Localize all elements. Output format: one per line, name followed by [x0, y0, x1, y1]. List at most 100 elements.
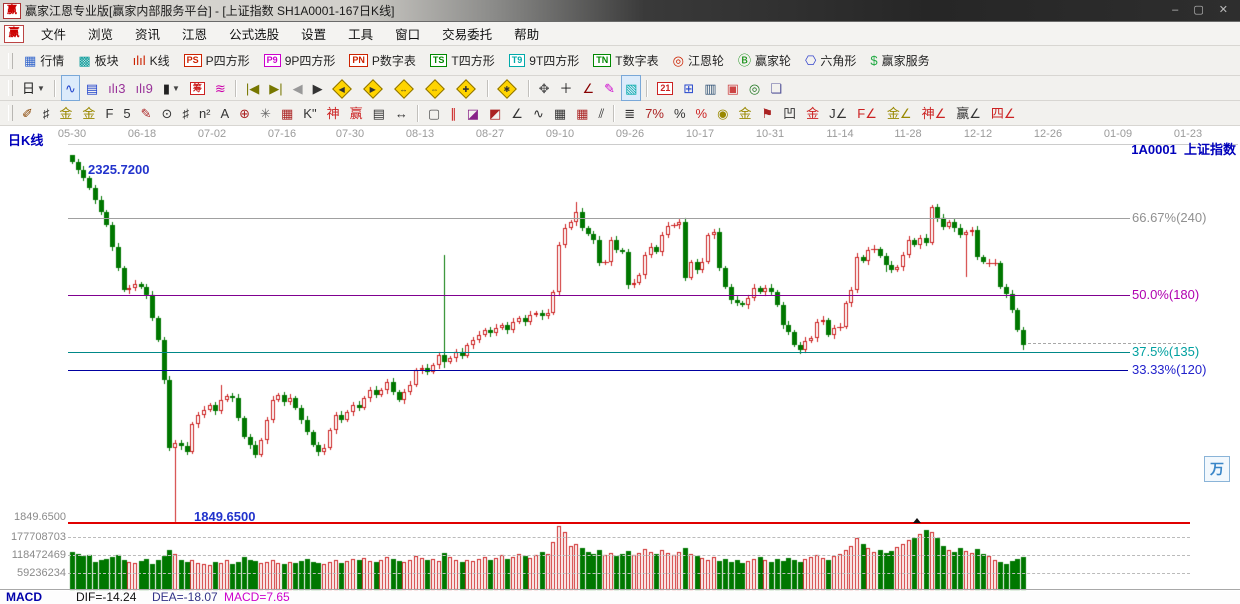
notes-button[interactable]: ▥ — [700, 75, 720, 101]
menu-item-1[interactable]: 文件 — [30, 21, 77, 46]
gold-lines-tool[interactable]: 金 — [734, 100, 755, 126]
fan-square-1-tool[interactable]: ◪ — [463, 100, 483, 126]
menu-item-4[interactable]: 江恩 — [171, 21, 218, 46]
gann-grid-small-tool[interactable]: ♯ — [39, 100, 54, 126]
winner-service-button[interactable]: $赢家服务 — [864, 48, 935, 74]
square-wheel-tool[interactable]: ▦ — [277, 100, 297, 126]
kline-button[interactable]: ılılK线 — [127, 48, 176, 74]
candle-type-button[interactable]: ▮▼ — [159, 75, 184, 101]
save-button[interactable]: ▣ — [723, 75, 743, 101]
zoom-horizontal-button[interactable]: ↔ — [391, 75, 420, 101]
menu-item-10[interactable]: 帮助 — [503, 21, 550, 46]
p9-square-button[interactable]: P99P四方形 — [258, 48, 342, 74]
percent-tool[interactable]: % — [670, 100, 690, 126]
pencil-tool[interactable]: ✐ — [18, 100, 37, 126]
rect-tool[interactable]: ▢ — [424, 100, 444, 126]
region-select-button[interactable]: ▧ — [621, 75, 641, 101]
gann-grid-large-tool[interactable]: ♯ — [178, 100, 193, 126]
price-distribution-button[interactable]: ≋ — [211, 75, 230, 101]
web-export-button[interactable]: ◎ — [745, 75, 764, 101]
p-number-table-button[interactable]: PNP数字表 — [343, 48, 422, 74]
sectors-button[interactable]: ▩板块 — [72, 48, 124, 74]
j-angle-tool[interactable]: J∠ — [825, 100, 851, 126]
menu-item-2[interactable]: 浏览 — [77, 21, 124, 46]
angle-lines-tool[interactable]: ∠ — [507, 100, 527, 126]
indicator-label[interactable]: MACD — [6, 590, 42, 604]
t-number-table-button[interactable]: TNT数字表 — [587, 48, 664, 74]
fan-square-2-tool[interactable]: ◩ — [485, 100, 505, 126]
pan-hand-button[interactable]: ✥ — [535, 75, 554, 101]
menu-item-8[interactable]: 窗口 — [384, 21, 431, 46]
measure-horizontal-tool[interactable]: ↔ — [391, 100, 412, 126]
grid-tool[interactable]: ▦ — [550, 100, 570, 126]
chart-9-button[interactable]: ılı9 — [131, 75, 156, 101]
compass-pencil-tool[interactable]: ✎ — [137, 100, 156, 126]
star-wheel-tool[interactable]: ✳ — [256, 100, 275, 126]
shen-tool[interactable]: 神 — [323, 100, 344, 126]
k-marker-tool[interactable]: K" — [299, 100, 320, 126]
si-angle-tool[interactable]: 四∠ — [987, 100, 1020, 126]
timeshare-button[interactable]: ∿ — [61, 75, 80, 101]
zoom-horizontal-button-icon: ↔ — [394, 79, 414, 99]
price-levels-tool[interactable]: ≣ — [620, 100, 639, 126]
page-forward-button[interactable]: ▶ — [309, 75, 327, 101]
t9-square-button[interactable]: T99T四方形 — [503, 48, 586, 74]
menu-item-9[interactable]: 交易委托 — [431, 21, 503, 46]
first-page-button[interactable]: |◀ — [242, 75, 263, 101]
ying-tool[interactable]: 赢 — [346, 100, 367, 126]
ruler-grid-tool[interactable]: ▤ — [369, 100, 389, 126]
calculator-button[interactable]: ⊞ — [679, 75, 698, 101]
hexagon-button[interactable]: ⎔六角形 — [799, 48, 862, 74]
quotes-button[interactable]: ▦行情 — [18, 48, 70, 74]
expand-button[interactable]: ✚ — [453, 75, 482, 101]
menu-item-7[interactable]: 工具 — [337, 21, 384, 46]
watermark-badge[interactable]: 万 — [1204, 456, 1230, 482]
window-controls[interactable]: – ▢ ✕ — [1172, 3, 1234, 16]
fan-lines-tool[interactable]: ∥ — [446, 100, 461, 126]
shift-right-button[interactable]: ▶ — [360, 75, 389, 101]
last-page-button[interactable]: ▶| — [265, 75, 286, 101]
zigzag-tool[interactable]: ∿ — [529, 100, 548, 126]
shen-angle-tool[interactable]: 神∠ — [918, 100, 951, 126]
ying-angle-tool[interactable]: 赢∠ — [952, 100, 985, 126]
calendar-button[interactable]: 21 — [653, 75, 677, 101]
center-view-button[interactable]: ✱ — [494, 75, 523, 101]
p-square-button[interactable]: PSP四方形 — [178, 48, 256, 74]
gold-circle-tool[interactable]: ◉ — [713, 100, 732, 126]
gann-wheel-button[interactable]: ◎江恩轮 — [667, 48, 730, 74]
flag-pencil-tool[interactable]: ⚑ — [757, 100, 777, 126]
t-square-button[interactable]: TST四方形 — [424, 48, 501, 74]
menu-item-5[interactable]: 公式选股 — [218, 21, 290, 46]
percent-7-tool[interactable]: 7% — [641, 100, 668, 126]
data-transfer-button[interactable]: ❏ — [766, 75, 786, 101]
n-square-tool[interactable]: n² — [195, 100, 215, 126]
compress-button[interactable]: ⇔ — [422, 75, 451, 101]
menu-item-3[interactable]: 资讯 — [124, 21, 171, 46]
crosshair-button[interactable]: ＋ — [555, 75, 576, 101]
chip-distribution-button[interactable]: 筹 — [186, 75, 209, 101]
chart-3-button[interactable]: ılı3 — [104, 75, 129, 101]
shift-left-button[interactable]: ◀ — [329, 75, 358, 101]
info-doc-button[interactable]: ▤ — [82, 75, 102, 101]
menu-item-6[interactable]: 设置 — [290, 21, 337, 46]
f-angle-tool[interactable]: F∠ — [853, 100, 881, 126]
angle-measure-button[interactable]: ∠ — [579, 75, 599, 101]
f-grid-tool[interactable]: F — [101, 100, 117, 126]
parallel-lines-tool[interactable]: ⫽ — [594, 100, 608, 126]
gold-red-tool[interactable]: 金 — [802, 100, 823, 126]
spiral-5-tool[interactable]: 5 — [119, 100, 134, 126]
period-day-button[interactable]: 日▼ — [18, 75, 49, 101]
percent-red-tool[interactable]: % — [692, 100, 712, 126]
a-angle-tool[interactable]: A — [217, 100, 234, 126]
concave-tool[interactable]: 凹 — [779, 100, 800, 126]
gold-grid-1-tool[interactable]: 金 — [55, 100, 76, 126]
gold-angle-tool[interactable]: 金∠ — [883, 100, 916, 126]
page-back-button[interactable]: ◀ — [289, 75, 307, 101]
time-cycle-tool[interactable]: ⊙ — [158, 100, 177, 126]
gold-circle-tool-icon: ◉ — [717, 106, 728, 121]
draw-pen-button[interactable]: ✎ — [600, 75, 619, 101]
winner-wheel-button[interactable]: Ⓑ赢家轮 — [732, 48, 797, 74]
gold-grid-2-tool[interactable]: 金 — [78, 100, 99, 126]
grid-red-tool[interactable]: ▦ — [572, 100, 592, 126]
gann-fan-circle-tool[interactable]: ⊕ — [235, 100, 254, 126]
